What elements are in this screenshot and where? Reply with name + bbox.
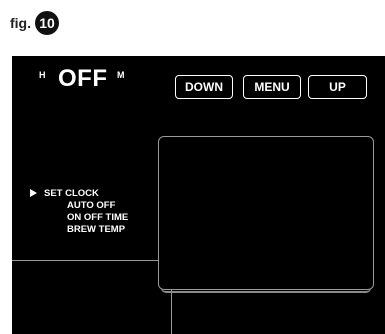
menu-list: SET CLOCK AUTO OFF ON OFF TIME BREW TEMP	[30, 188, 128, 236]
menu-item-on-off-time[interactable]: ON OFF TIME	[30, 212, 128, 224]
status-display: OFF	[58, 65, 108, 92]
menu-item-label: AUTO OFF	[67, 200, 116, 211]
control-panel-screen: H OFF M DOWN MENU UP SET CLOCK AUTO OFF …	[12, 56, 385, 334]
hour-indicator: H	[39, 70, 46, 80]
menu-item-set-clock[interactable]: SET CLOCK	[30, 188, 128, 200]
up-button[interactable]: UP	[308, 75, 367, 99]
menu-item-brew-temp[interactable]: BREW TEMP	[30, 224, 128, 236]
lower-panel-outline	[12, 260, 172, 334]
menu-item-label: BREW TEMP	[67, 224, 126, 235]
menu-item-label: SET CLOCK	[44, 188, 99, 199]
menu-item-auto-off[interactable]: AUTO OFF	[30, 200, 128, 212]
figure-label: fig. 10	[10, 10, 59, 36]
figure-number-badge: 10	[35, 11, 59, 35]
menu-button[interactable]: MENU	[243, 75, 301, 99]
down-button[interactable]: DOWN	[175, 75, 233, 99]
display-window	[158, 136, 374, 293]
figure-prefix: fig.	[10, 15, 31, 31]
menu-item-label: ON OFF TIME	[67, 212, 129, 223]
triangle-right-icon	[30, 189, 37, 197]
minute-indicator: M	[117, 70, 125, 80]
